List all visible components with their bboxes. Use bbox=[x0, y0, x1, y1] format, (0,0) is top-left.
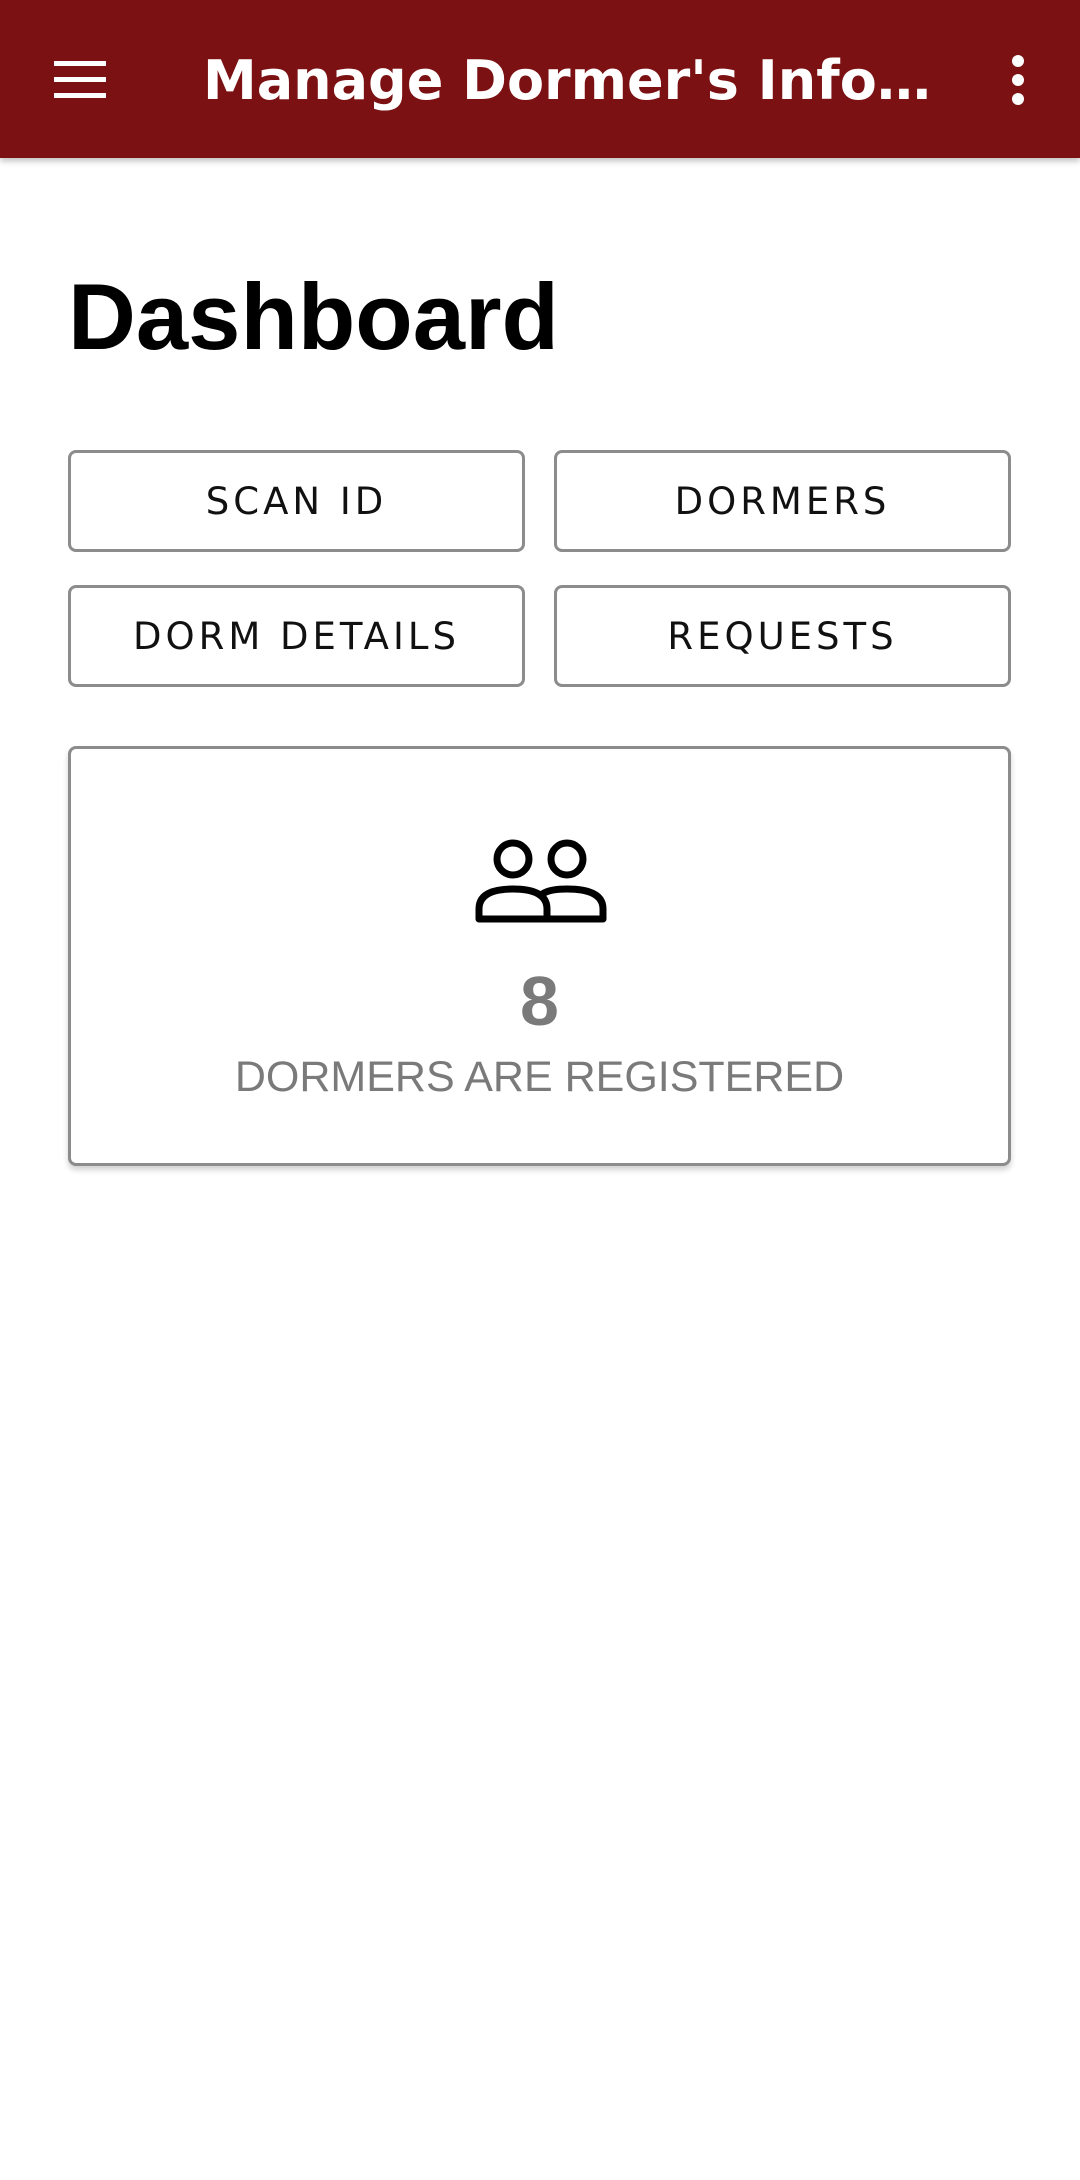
hamburger-menu-icon bbox=[54, 61, 106, 98]
dormer-count: 8 bbox=[520, 962, 559, 1040]
app-bar: Manage Dormer's Information bbox=[0, 0, 1080, 158]
people-icon bbox=[475, 839, 607, 923]
app-bar-title: Manage Dormer's Information bbox=[203, 49, 933, 112]
overflow-menu-button[interactable] bbox=[978, 36, 1058, 124]
menu-button[interactable] bbox=[28, 36, 132, 124]
dormers-button[interactable]: DORMERS bbox=[554, 450, 1011, 552]
requests-button[interactable]: REQUESTS bbox=[554, 585, 1011, 687]
page-title: Dashboard bbox=[68, 264, 559, 369]
dormers-stat-card: 8 DORMERS ARE REGISTERED bbox=[68, 746, 1011, 1166]
scan-id-button[interactable]: SCAN ID bbox=[68, 450, 525, 552]
dorm-details-button[interactable]: DORM DETAILS bbox=[68, 585, 525, 687]
more-vertical-icon bbox=[1012, 55, 1024, 105]
dormer-count-label: DORMERS ARE REGISTERED bbox=[234, 1053, 845, 1101]
